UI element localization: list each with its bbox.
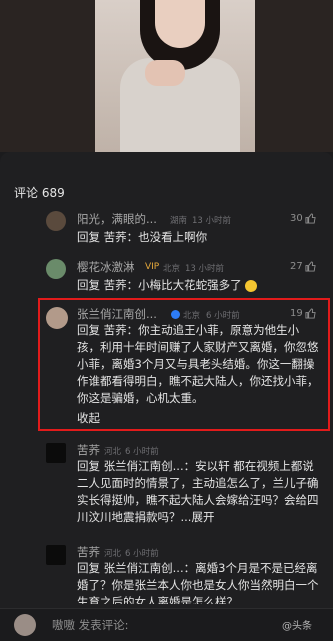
expand-link[interactable]: 展开 [191,510,214,524]
video-frame[interactable] [0,0,333,152]
video-person-face [155,0,205,48]
comment-location: 北京 [163,264,181,274]
avatar[interactable] [14,614,36,636]
comment-time: 6 小时前 [206,311,240,321]
grin-emoji-icon [245,279,258,292]
comment-username[interactable]: 樱花冰激淋 [77,259,135,275]
comment-location: 河北 [104,549,122,559]
collapse-link[interactable]: 收起 [77,410,100,427]
comment-location: 湖南 [170,216,188,226]
comment-time: 13 小时前 [192,216,232,226]
avatar[interactable] [46,307,68,329]
comment-time: 6 小时前 [125,549,159,559]
comment-location: 河北 [104,447,122,457]
comment-text: 回复 苦荞：你主动追王小菲，原意为他生小孩，利用十年时间赚了人家财产又离婚，你忽… [77,323,319,405]
thumbs-up-icon[interactable] [305,261,316,272]
comment-location: 北京 [183,311,201,321]
comment-username[interactable]: 阳光，满眼的... [77,211,157,227]
like-count: 19 [290,308,303,319]
comment-text: 回复 苦荞：也没看上啊你 [77,230,208,244]
comment-input[interactable]: 嗷嗷 发表评论: [52,617,129,633]
thumbs-up-icon[interactable] [305,308,316,319]
comment-username[interactable]: 张兰俏江南创... [77,306,157,322]
comment-username[interactable]: 苦荞 [77,544,100,560]
thumbs-up-icon[interactable] [305,213,316,224]
comment-username[interactable]: 苦荞 [77,442,100,458]
comment-text: 回复 张兰俏江南创...：离婚3个月是不是已经离婚了？你是张兰本人你也是女人你当… [77,561,319,604]
avatar[interactable] [46,443,66,463]
video-person-hand [145,60,185,86]
comment-text: 回复 张兰俏江南创...：安以轩 都在视频上都说二人见面时的情景了，主动追怎么了… [77,459,319,524]
comment-text: 回复 苦荞：小梅比大花蛇强多了 [77,277,258,294]
like-count: 27 [290,261,303,272]
avatar[interactable] [46,545,66,565]
avatar[interactable] [46,211,66,231]
watermark: @头条 [282,621,312,632]
vip-badge: VIP [145,262,160,272]
comment-time: 13 小时前 [185,264,225,274]
like-count: 30 [290,213,303,224]
avatar[interactable] [46,259,66,279]
comment-count: 评论 689 [14,186,65,200]
verified-icon [171,310,180,319]
comment-time: 6 小时前 [125,447,159,457]
